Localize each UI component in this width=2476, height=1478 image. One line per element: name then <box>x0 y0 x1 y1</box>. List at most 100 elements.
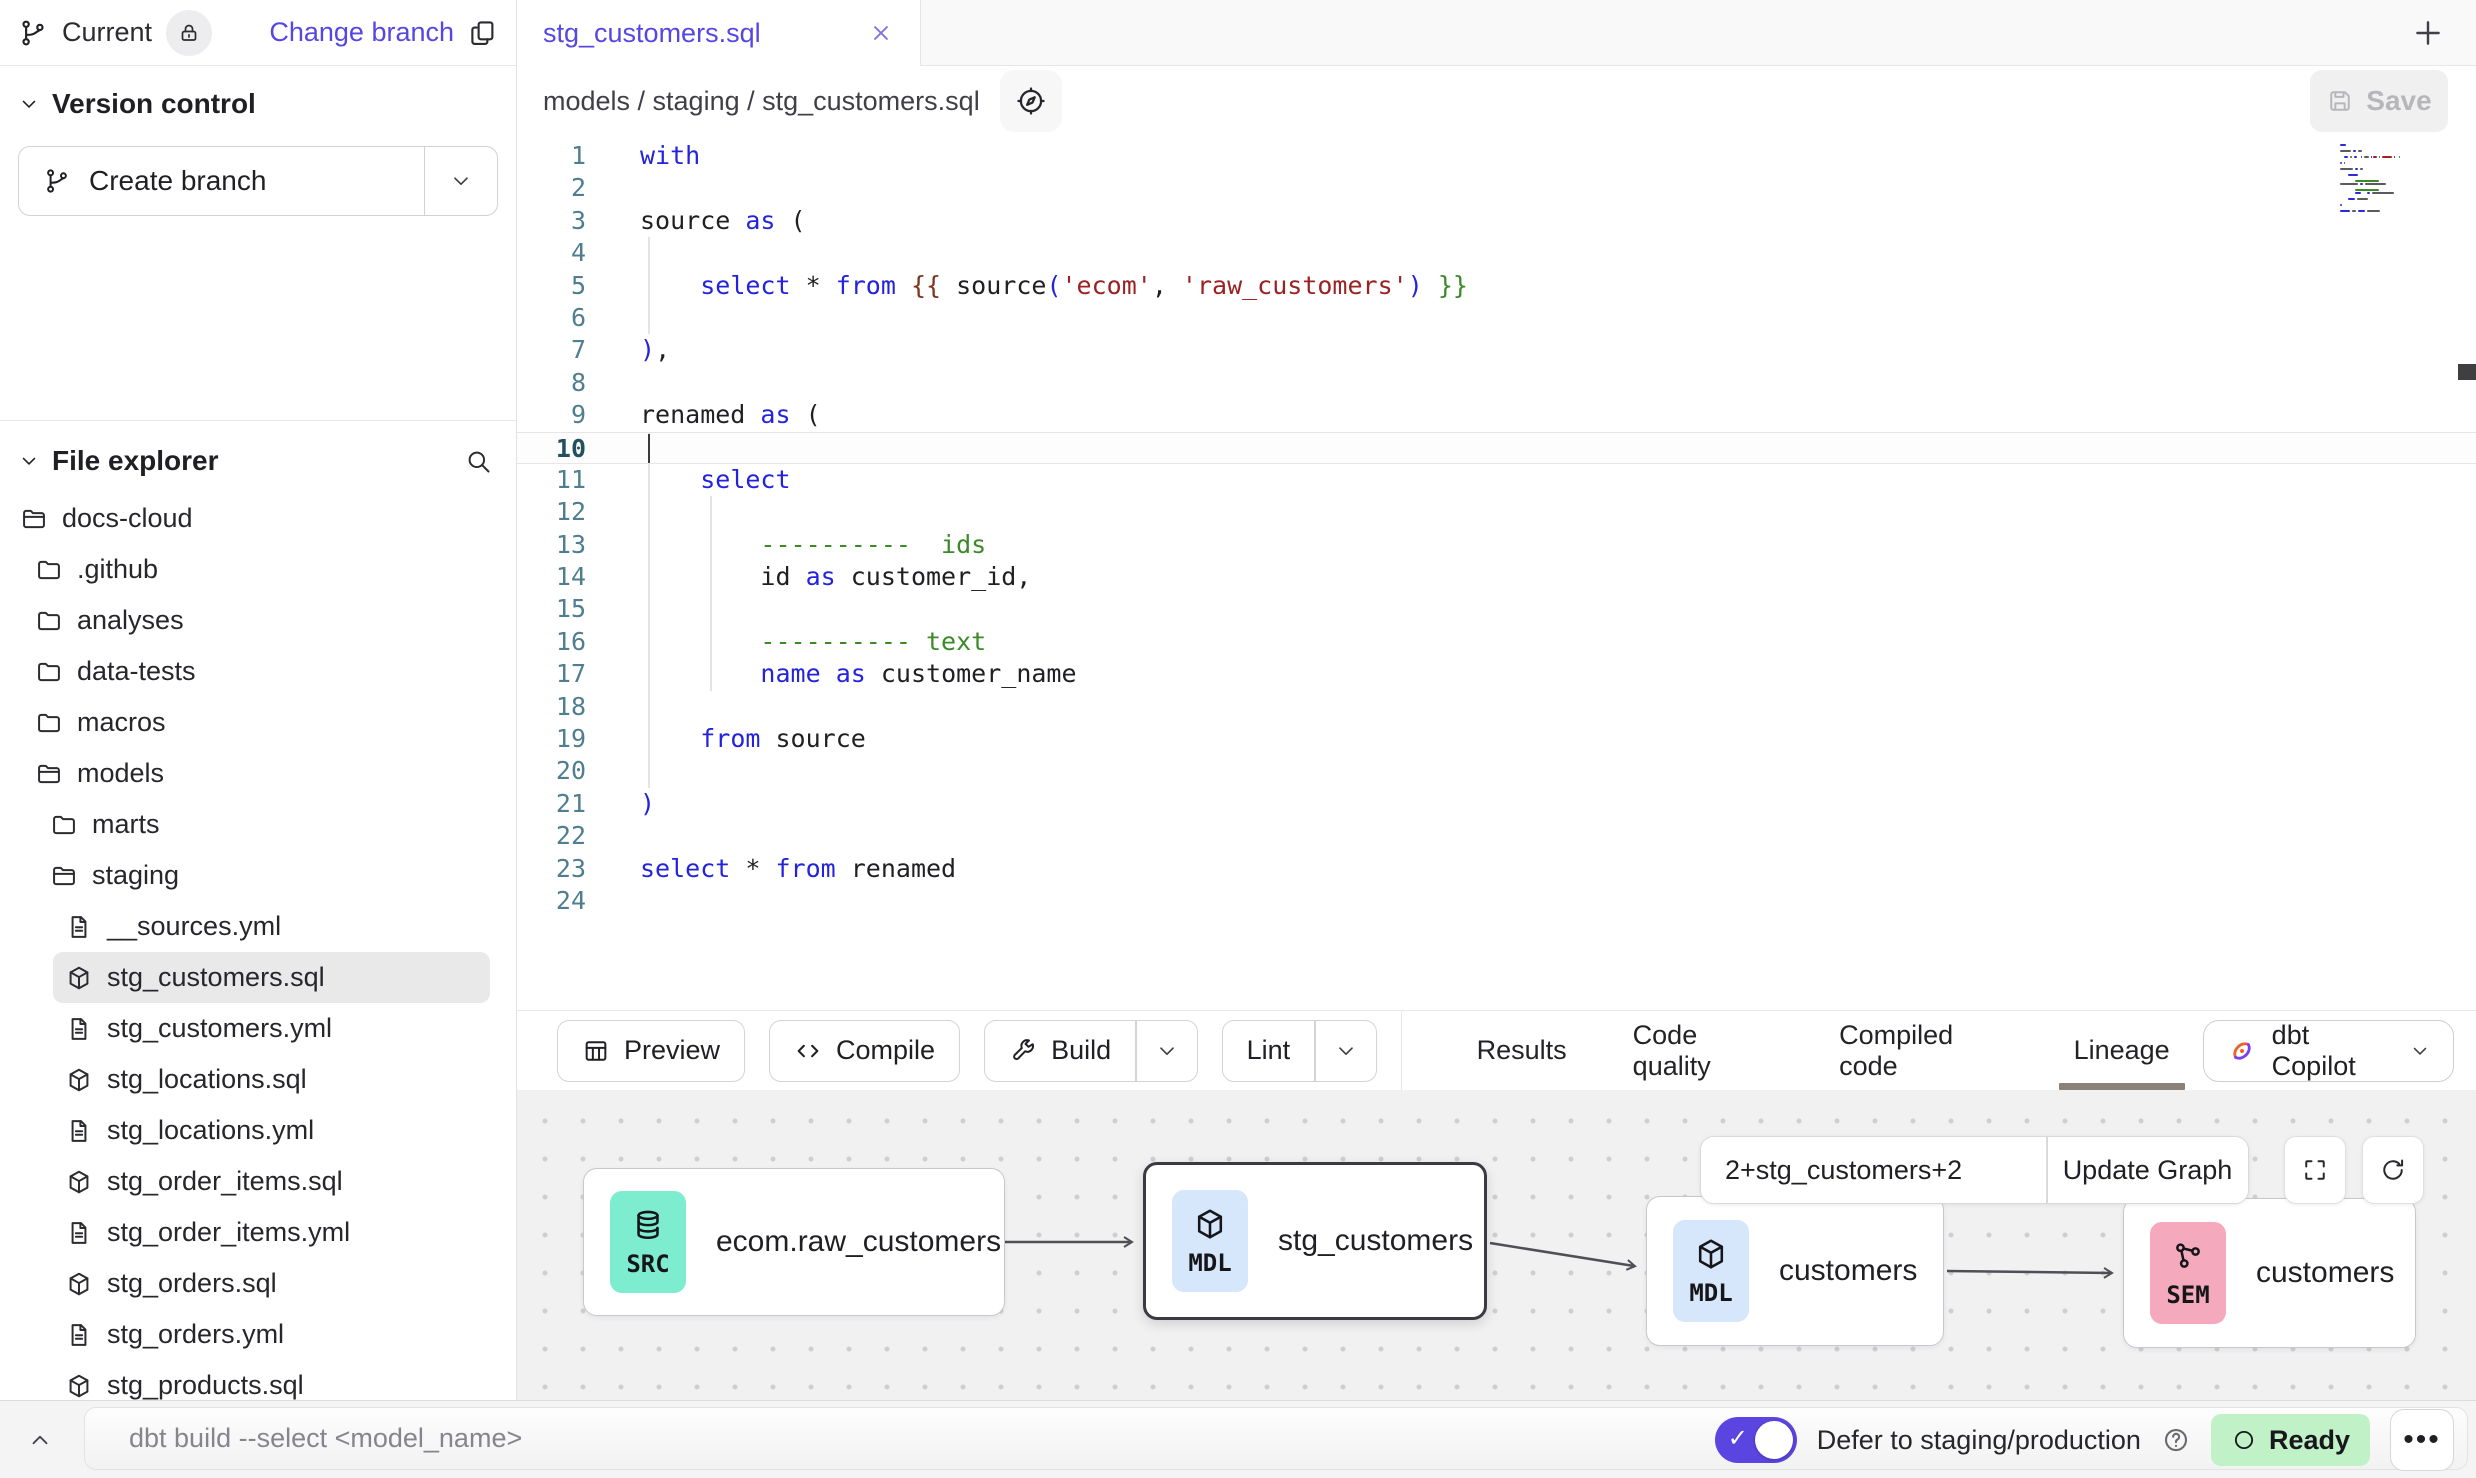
lineage-node-mdl-customers[interactable]: MDLcustomers <box>1646 1196 1944 1346</box>
file-tree-item-stg-order-items-sql[interactable]: stg_order_items.sql <box>53 1156 490 1207</box>
tab-compiled-code[interactable]: Compiled code <box>1806 1011 2040 1090</box>
file-tree-item-staging[interactable]: staging <box>38 850 490 901</box>
code-line-15[interactable]: 15 <box>517 593 2476 625</box>
help-icon[interactable] <box>2161 1425 2191 1455</box>
code-line-9[interactable]: 9renamed as ( <box>517 399 2476 431</box>
version-control-header[interactable]: Version control <box>18 88 498 120</box>
file-tree-item--sources-yml[interactable]: __sources.yml <box>53 901 490 952</box>
code-line-18[interactable]: 18 <box>517 691 2476 723</box>
folder-icon <box>35 658 63 686</box>
file-tree-item-analyses[interactable]: analyses <box>23 595 490 646</box>
code-line-10[interactable]: 10 <box>517 432 2476 464</box>
file-tree-item-stg-orders-sql[interactable]: stg_orders.sql <box>53 1258 490 1309</box>
create-branch-button[interactable]: Create branch <box>19 147 424 215</box>
file-tree-item-data-tests[interactable]: data-tests <box>23 646 490 697</box>
preview-button[interactable]: Preview <box>557 1020 745 1082</box>
file-tree-item-macros[interactable]: macros <box>23 697 490 748</box>
code-line-20[interactable]: 20 <box>517 755 2476 787</box>
code-line-4[interactable]: 4 <box>517 237 2476 269</box>
lineage-canvas[interactable]: SRCecom.raw_customersMDLstg_customersMDL… <box>517 1090 2476 1400</box>
code-line-17[interactable]: 17 name as customer_name <box>517 658 2476 690</box>
code-line-7[interactable]: 7), <box>517 334 2476 366</box>
lineage-selector-input[interactable] <box>1701 1137 2046 1203</box>
code-line-5[interactable]: 5 select * from {{ source('ecom', 'raw_c… <box>517 270 2476 302</box>
code-line-content <box>612 237 2476 269</box>
defer-toggle[interactable]: ✓ <box>1715 1417 1797 1463</box>
fullscreen-button[interactable] <box>2284 1136 2346 1204</box>
code-line-11[interactable]: 11 select <box>517 464 2476 496</box>
refresh-button[interactable] <box>2362 1136 2424 1204</box>
file-explorer-header[interactable]: File explorer <box>0 441 516 481</box>
code-line-12[interactable]: 12 <box>517 496 2476 528</box>
compile-button[interactable]: Compile <box>769 1020 960 1082</box>
code-line-6[interactable]: 6 <box>517 302 2476 334</box>
file-tree-item--github[interactable]: .github <box>23 544 490 595</box>
branch-lock-badge <box>166 10 212 56</box>
file-tree-item-docs-cloud[interactable]: docs-cloud <box>8 493 490 544</box>
file-tree-item-stg-products-sql[interactable]: stg_products.sql <box>53 1360 490 1400</box>
tab-results[interactable]: Results <box>1444 1011 1600 1090</box>
node-type-badge: MDL <box>1673 1220 1749 1322</box>
more-options-button[interactable]: ••• <box>2390 1409 2454 1471</box>
lineage-node-sem-customers[interactable]: SEMcustomers <box>2123 1198 2416 1348</box>
search-icon[interactable] <box>464 447 492 475</box>
file-tree-item-stg-locations-sql[interactable]: stg_locations.sql <box>53 1054 490 1105</box>
lineage-node-mdl-stg-customers[interactable]: MDLstg_customers <box>1143 1162 1487 1320</box>
code-line-content: ), <box>612 334 2476 366</box>
file-tree-item-stg-orders-yml[interactable]: stg_orders.yml <box>53 1309 490 1360</box>
ide-status-badge[interactable]: Ready <box>2211 1414 2370 1466</box>
branch-header: Current Change branch <box>0 0 516 66</box>
code-line-24[interactable]: 24 <box>517 885 2476 917</box>
code-line-content <box>612 367 2476 399</box>
lint-button[interactable]: Lint <box>1223 1021 1315 1081</box>
update-graph-button[interactable]: Update Graph <box>2048 1137 2248 1203</box>
code-line-8[interactable]: 8 <box>517 367 2476 399</box>
dbt-copilot-button[interactable]: dbt Copilot <box>2203 1020 2454 1082</box>
file-name: __sources.yml <box>107 911 281 942</box>
code-line-16[interactable]: 16 ---------- text <box>517 626 2476 658</box>
tab-lineage[interactable]: Lineage <box>2041 1011 2203 1090</box>
code-line-1[interactable]: 1with <box>517 140 2476 172</box>
tab-code-quality[interactable]: Code quality <box>1600 1011 1806 1090</box>
file-tree-item-stg-customers-sql[interactable]: stg_customers.sql <box>53 952 490 1003</box>
code-line-14[interactable]: 14 id as customer_id, <box>517 561 2476 593</box>
line-number: 21 <box>517 788 612 820</box>
code-line-13[interactable]: 13 ---------- ids <box>517 529 2476 561</box>
close-icon[interactable] <box>868 20 894 46</box>
file-tree-item-marts[interactable]: marts <box>38 799 490 850</box>
node-type-badge: MDL <box>1172 1190 1248 1292</box>
code-line-19[interactable]: 19 from source <box>517 723 2476 755</box>
code-editor[interactable]: 1with23source as (45 select * from {{ so… <box>517 136 2476 1010</box>
scrollbar-thumb[interactable] <box>2458 364 2476 380</box>
lint-dropdown[interactable] <box>1316 1021 1376 1081</box>
code-line-23[interactable]: 23select * from renamed <box>517 853 2476 885</box>
code-line-3[interactable]: 3source as ( <box>517 205 2476 237</box>
code-line-content: ---------- text <box>612 626 2476 658</box>
save-button[interactable]: Save <box>2310 70 2448 132</box>
change-branch-link[interactable]: Change branch <box>269 17 454 48</box>
code-line-2[interactable]: 2 <box>517 172 2476 204</box>
code-line-content <box>612 820 2476 852</box>
copy-icon[interactable] <box>468 18 498 48</box>
code-line-content: id as customer_id, <box>612 561 2476 593</box>
file-name: stg_orders.sql <box>107 1268 277 1299</box>
breadcrumb-row: models / staging / stg_customers.sql Sav… <box>517 66 2476 136</box>
code-line-22[interactable]: 22 <box>517 820 2476 852</box>
file-tree-item-stg-order-items-yml[interactable]: stg_order_items.yml <box>53 1207 490 1258</box>
build-button[interactable]: Build <box>985 1021 1135 1081</box>
lineage-node-src-ecom-raw-customers[interactable]: SRCecom.raw_customers <box>583 1168 1005 1316</box>
open-in-explorer-button[interactable] <box>1000 70 1062 132</box>
collapse-panel-button[interactable] <box>14 1415 66 1465</box>
node-label: ecom.raw_customers <box>716 1225 1001 1259</box>
file-tree-item-stg-customers-yml[interactable]: stg_customers.yml <box>53 1003 490 1054</box>
tab-stg-customers-sql[interactable]: stg_customers.sql <box>517 0 921 66</box>
refresh-icon <box>2379 1156 2407 1184</box>
create-branch-dropdown[interactable] <box>425 147 497 215</box>
code-line-21[interactable]: 21) <box>517 788 2476 820</box>
folder-icon <box>35 607 63 635</box>
code-line-content <box>612 172 2476 204</box>
build-dropdown[interactable] <box>1137 1021 1197 1081</box>
file-tree-item-models[interactable]: models <box>23 748 490 799</box>
new-tab-button[interactable] <box>2406 11 2450 55</box>
file-tree-item-stg-locations-yml[interactable]: stg_locations.yml <box>53 1105 490 1156</box>
